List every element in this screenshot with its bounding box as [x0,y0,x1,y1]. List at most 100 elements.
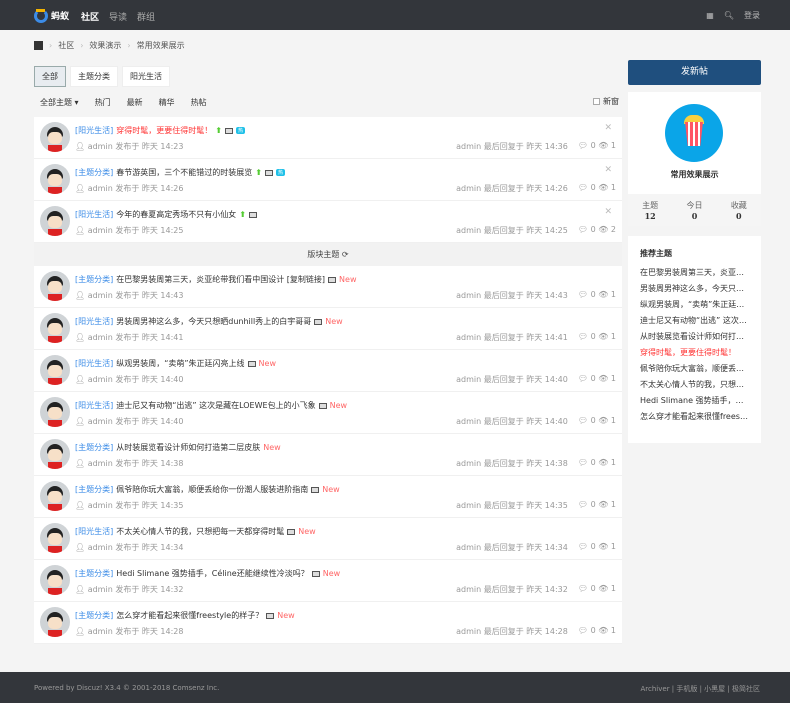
thread-title[interactable]: Hedi Slimane 强势插手，Céline还能继续性冷淡吗？ [116,568,308,579]
recommended-item[interactable]: 怎么穿才能看起来很懂freestyle的样子？ [640,411,749,427]
avatar[interactable] [40,481,70,511]
avatar[interactable] [40,523,70,553]
avatar[interactable] [40,607,70,637]
search-icon[interactable]: 🔍︎ [724,11,734,20]
thread-author[interactable]: admin [88,585,113,594]
thread-category[interactable]: [阳光生活] [75,209,113,220]
thread-author[interactable]: admin [88,627,113,636]
thread-row[interactable]: [主题分类] 怎么穿才能看起来很懂freestyle的样子？ New 👤︎ admi… [34,602,622,644]
thread-row[interactable]: [阳光生活] 迪士尼又有动物“出逃” 这次是藏在LOEWE包上的小飞象 New 👤︎… [34,392,622,434]
filter-all-topics[interactable]: 全部主题 ▾ [40,97,79,108]
view-count: 1 [610,542,616,551]
avatar[interactable] [40,313,70,343]
footer-links[interactable]: Archiver | 手机版 | 小黑屋 | 极简社区 [641,684,761,694]
filter-hot[interactable]: 热门 [95,97,111,108]
recommended-item[interactable]: 从时装展览看设计师如何打造第二层皮肤 [640,331,749,347]
thread-author[interactable]: admin [88,184,113,193]
thread-category[interactable]: [主题分类] [75,610,113,621]
breadcrumb-demo[interactable]: 效果演示 [89,40,121,51]
thread-row[interactable]: [阳光生活] 穿得时髦，更要住得时髦！ ⬆ 热 👤︎ admin 发布于 昨天 14:… [34,117,622,159]
section-threads-bar[interactable]: 版块主题 ⟳ [34,243,622,266]
tab-sunshine-life[interactable]: 阳光生活 [122,66,170,87]
thread-title[interactable]: 从时装展览看设计师如何打造第二层皮肤 [116,442,260,453]
thread-row[interactable]: [阳光生活] 纵观男装周，“卖萌”朱正廷闪亮上线 New 👤︎ admin 发布于 … [34,350,622,392]
nav-groups[interactable]: 群组 [137,10,155,23]
thread-row[interactable]: [主题分类] 佩爷陪你玩大富翁，顺便丢给你一份潮人服装进阶指南 New 👤︎ adm… [34,476,622,518]
login-link[interactable]: 登录 [744,10,760,21]
breadcrumb-current[interactable]: 常用效果展示 [137,40,185,51]
recommended-item[interactable]: Hedi Slimane 强势插手，Céline还能继续性冷淡吗？ [640,395,749,411]
tab-all[interactable]: 全部 [34,66,66,87]
thread-category[interactable]: [主题分类] [75,484,113,495]
site-logo[interactable]: 蚂蚁 [34,7,70,24]
new-window-toggle[interactable]: 新窗 [593,96,619,107]
thread-author[interactable]: admin [88,142,113,151]
home-icon[interactable] [34,41,43,50]
new-post-button[interactable]: 发新帖 [628,60,761,85]
thread-title[interactable]: 男装周男神这么多，今天只想晒dunhill秀上的白宇哥哥 [116,316,311,327]
thread-title[interactable]: 怎么穿才能看起来很懂freestyle的样子？ [116,610,263,621]
breadcrumb-community[interactable]: 社区 [58,40,74,51]
thread-category[interactable]: [阳光生活] [75,526,113,537]
checkbox[interactable] [593,98,600,105]
close-icon[interactable]: ✕ [604,123,612,133]
thread-category[interactable]: [阳光生活] [75,400,113,411]
thread-title[interactable]: 佩爷陪你玩大富翁，顺便丢给你一份潮人服装进阶指南 [116,484,308,495]
nav-community[interactable]: 社区 [81,10,99,23]
thread-title[interactable]: 今年的春夏高定秀场不只有小仙女 [116,209,236,220]
thread-category[interactable]: [主题分类] [75,167,113,178]
avatar[interactable] [40,439,70,469]
filter-digest[interactable]: 精华 [159,97,175,108]
avatar[interactable] [40,122,70,152]
recommended-item[interactable]: 迪士尼又有动物“出逃” 这次是藏在LOEWE包上的小飞象 [640,315,749,331]
recommended-item[interactable]: 佩爷陪你玩大富翁，顺便丢给你一份潮人服装进阶指南 [640,363,749,379]
recommended-item[interactable]: 纵观男装周，“卖萌”朱正廷闪亮上线 [640,299,749,315]
avatar[interactable] [40,271,70,301]
thread-title[interactable]: 穿得时髦，更要住得时髦！ [116,125,212,136]
thread-title[interactable]: 在巴黎男装周第三天，炎亚纶带我们看中国设计 [复制链接] [116,274,325,285]
thread-row[interactable]: [主题分类] Hedi Slimane 强势插手，Céline还能继续性冷淡吗？ N… [34,560,622,602]
thread-row[interactable]: [主题分类] 在巴黎男装周第三天，炎亚纶带我们看中国设计 [复制链接] New 👤︎… [34,266,622,308]
thread-title[interactable]: 纵观男装周，“卖萌”朱正廷闪亮上线 [116,358,244,369]
nav-guide[interactable]: 导读 [109,10,127,23]
thread-row[interactable]: [阳光生活] 今年的春夏高定秀场不只有小仙女 ⬆ 👤︎ admin 发布于 昨天 1… [34,201,622,243]
thread-title[interactable]: 不太关心情人节的我，只想把每一天都穿得时髦 [116,526,284,537]
thread-author[interactable]: admin [88,501,113,510]
avatar[interactable] [40,355,70,385]
thread-category[interactable]: [主题分类] [75,568,113,579]
thread-author[interactable]: admin [88,543,113,552]
thread-posted: 发布于 昨天 14:23 [115,142,184,151]
thread-category[interactable]: [主题分类] [75,442,113,453]
thread-category[interactable]: [阳光生活] [75,316,113,327]
thread-row[interactable]: [主题分类] 从时装展览看设计师如何打造第二层皮肤 New 👤︎ admin 发布于… [34,434,622,476]
close-icon[interactable]: ✕ [604,207,612,217]
thread-author[interactable]: admin [88,226,113,235]
thread-author[interactable]: admin [88,333,113,342]
recommended-item[interactable]: 穿得时髦，更要住得时髦！ [640,347,749,363]
avatar[interactable] [40,206,70,236]
recommended-item[interactable]: 在巴黎男装周第三天，炎亚纶带我们看中国设计 [640,267,749,283]
thread-row[interactable]: [主题分类] 春节游英国，三个不能错过的时装展览 ⬆ 热 👤︎ admin 发布于 昨… [34,159,622,201]
grid-icon[interactable]: ▦ [706,11,714,20]
avatar[interactable] [40,397,70,427]
thread-author[interactable]: admin [88,291,113,300]
thread-author[interactable]: admin [88,459,113,468]
thread-row[interactable]: [阳光生活] 男装周男神这么多，今天只想晒dunhill秀上的白宇哥哥 New 👤︎… [34,308,622,350]
recommended-item[interactable]: 男装周男神这么多，今天只想晒dunhill秀上的白宇哥哥 [640,283,749,299]
tab-topic-category[interactable]: 主题分类 [70,66,118,87]
close-icon[interactable]: ✕ [604,165,612,175]
thread-title[interactable]: 迪士尼又有动物“出逃” 这次是藏在LOEWE包上的小飞象 [116,400,315,411]
avatar[interactable] [40,565,70,595]
thread-category[interactable]: [阳光生活] [75,125,113,136]
thread-author[interactable]: admin [88,417,113,426]
last-reply: admin 最后回复于 昨天 14:40 [456,417,568,426]
avatar[interactable] [40,164,70,194]
thread-category[interactable]: [主题分类] [75,274,113,285]
filter-hot-posts[interactable]: 热帖 [191,97,207,108]
thread-row[interactable]: [阳光生活] 不太关心情人节的我，只想把每一天都穿得时髦 New 👤︎ admin … [34,518,622,560]
thread-category[interactable]: [阳光生活] [75,358,113,369]
filter-latest[interactable]: 最新 [127,97,143,108]
recommended-item[interactable]: 不太关心情人节的我，只想把每一天都穿得时髦 [640,379,749,395]
thread-title[interactable]: 春节游英国，三个不能错过的时装展览 [116,167,252,178]
thread-author[interactable]: admin [88,375,113,384]
